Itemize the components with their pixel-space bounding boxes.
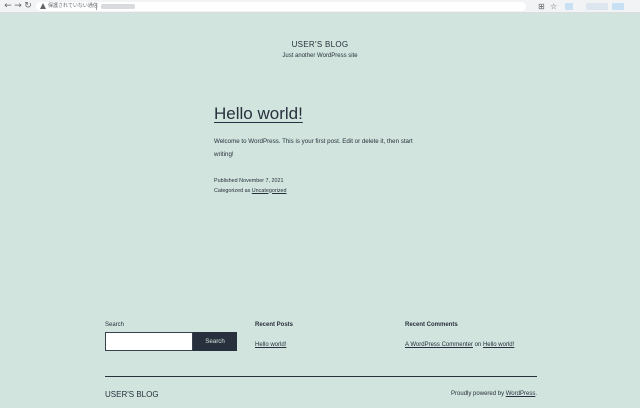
back-arrow-icon[interactable]: ← bbox=[3, 1, 13, 12]
address-divider bbox=[96, 3, 97, 10]
post-title[interactable]: Hello world! bbox=[214, 104, 303, 124]
post-categories: Categorized as Uncategorized bbox=[214, 187, 287, 197]
search-input[interactable] bbox=[105, 332, 193, 351]
category-link[interactable]: Uncategorized bbox=[252, 188, 287, 194]
powered-by-text: Proudly powered by bbox=[451, 391, 506, 397]
site-title[interactable]: USER'S BLOG bbox=[0, 40, 640, 49]
search-button[interactable]: Search bbox=[193, 332, 237, 351]
wordpress-link[interactable]: WordPress bbox=[506, 391, 536, 397]
translate-icon[interactable]: ⊞ bbox=[538, 1, 545, 12]
browser-toolbar: ← → ↻ 保護されていない通信 ⊞ ☆ bbox=[0, 0, 640, 13]
post-content: Welcome to WordPress. This is your first… bbox=[214, 138, 413, 158]
url-text[interactable] bbox=[101, 4, 135, 9]
categorized-label: Categorized as bbox=[214, 187, 252, 194]
extension-icon[interactable] bbox=[586, 3, 608, 10]
reload-icon[interactable]: ↻ bbox=[23, 1, 33, 12]
comment-post-link[interactable]: Hello world! bbox=[483, 342, 514, 348]
extension-icon[interactable] bbox=[565, 3, 573, 10]
profile-icon[interactable] bbox=[612, 3, 624, 10]
recent-comments-heading: Recent Comments bbox=[405, 322, 458, 328]
bookmark-star-icon[interactable]: ☆ bbox=[550, 1, 557, 12]
comment-author-link[interactable]: A WordPress Commenter bbox=[405, 342, 473, 348]
security-status-text[interactable]: 保護されていない通信 bbox=[48, 2, 98, 11]
recent-post-link[interactable]: Hello world! bbox=[255, 342, 286, 348]
site-description: Just another WordPress site bbox=[282, 53, 358, 59]
powered-by-suffix: . bbox=[535, 391, 537, 397]
post-published-date: Published November 7, 2021 bbox=[214, 178, 284, 184]
footer-divider bbox=[105, 376, 537, 377]
post-meta: Published November 7, 2021 Categorized a… bbox=[214, 177, 287, 196]
recent-comment-item: A WordPress Commenter on Hello world! bbox=[405, 342, 514, 348]
warning-icon[interactable] bbox=[40, 3, 46, 9]
forward-arrow-icon[interactable]: → bbox=[13, 1, 23, 12]
search-label: Search bbox=[105, 322, 125, 328]
footer-credit: Proudly powered by WordPress. bbox=[451, 391, 537, 397]
footer-site-title[interactable]: USER'S BLOG bbox=[105, 390, 159, 399]
comment-connector: on bbox=[472, 342, 483, 348]
recent-posts-heading: Recent Posts bbox=[255, 322, 294, 328]
